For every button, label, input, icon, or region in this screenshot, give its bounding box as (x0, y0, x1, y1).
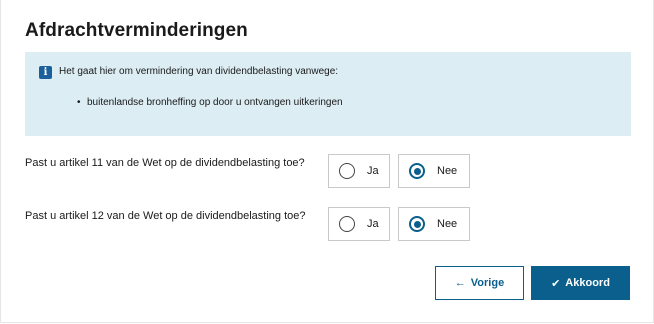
question-label-article-12: Past u artikel 12 van de Wet op de divid… (25, 210, 306, 222)
radio-article-12-nee[interactable]: Nee (398, 207, 470, 241)
radio-label: Ja (367, 165, 379, 177)
form-panel: Afdrachtverminderingen i Het gaat hier o… (0, 0, 654, 323)
info-text: Het gaat hier om vermindering van divide… (59, 66, 339, 77)
radio-circle (339, 163, 355, 179)
info-icon: i (39, 66, 52, 79)
info-list: buitenlandse bronheffing op door u ontva… (77, 97, 343, 108)
radio-article-11-nee[interactable]: Nee (398, 154, 470, 188)
info-box: i Het gaat hier om vermindering van divi… (25, 52, 631, 136)
checkmark-icon: ✔ (551, 277, 561, 290)
radio-article-11-ja[interactable]: Ja (328, 154, 390, 188)
page-title: Afdrachtverminderingen (25, 20, 248, 41)
list-item: buitenlandse bronheffing op door u ontva… (77, 97, 343, 108)
radio-circle (409, 216, 425, 232)
radio-label: Nee (437, 218, 458, 230)
arrow-left-icon: ← (454, 277, 466, 289)
radio-circle (409, 163, 425, 179)
akkoord-button-label: Akkoord (565, 277, 610, 289)
akkoord-button[interactable]: ✔ Akkoord (531, 266, 630, 300)
radio-label: Nee (437, 165, 458, 177)
previous-button-label: Vorige (470, 277, 505, 289)
question-label-article-11: Past u artikel 11 van de Wet op de divid… (25, 157, 305, 169)
radio-article-12-ja[interactable]: Ja (328, 207, 390, 241)
radio-label: Ja (367, 218, 379, 230)
previous-button[interactable]: ← Vorige (435, 266, 524, 300)
radio-circle (339, 216, 355, 232)
